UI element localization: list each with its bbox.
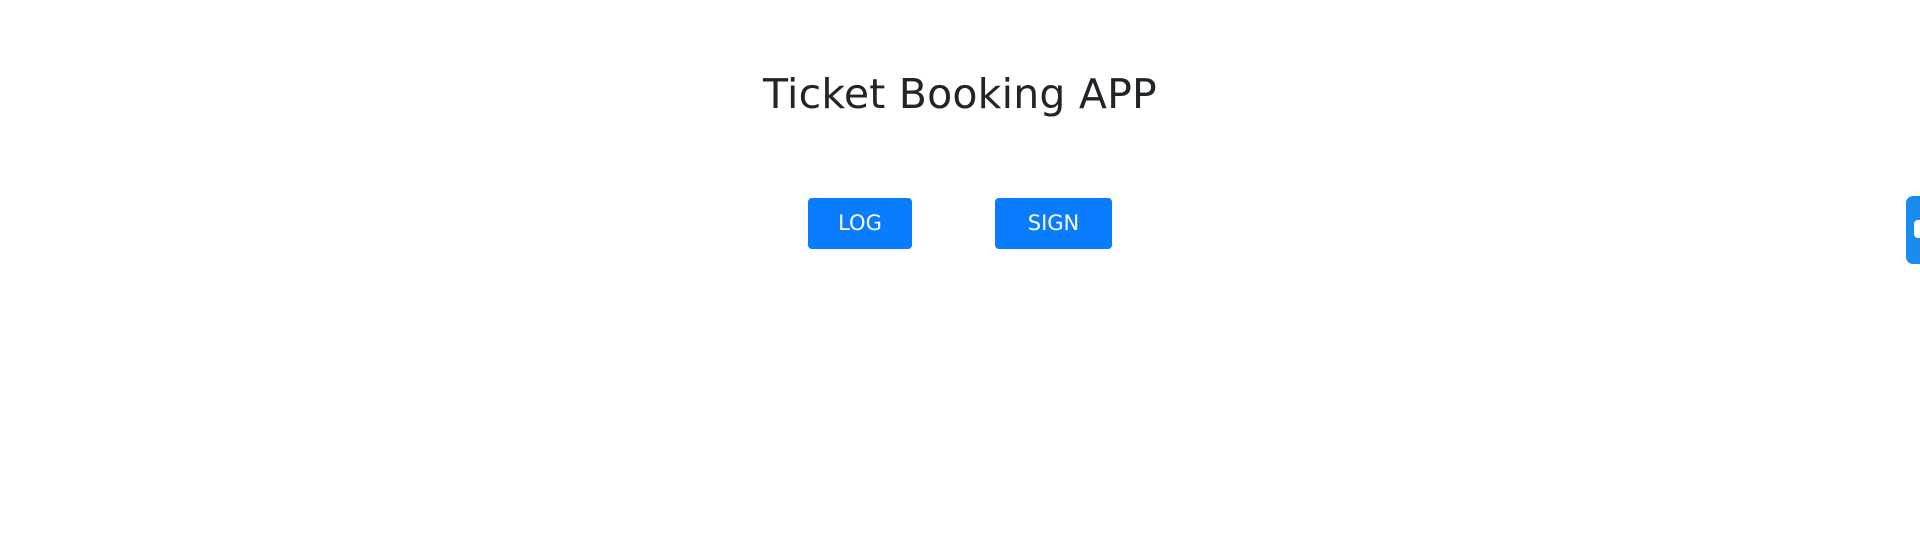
page-title: Ticket Booking APP (763, 70, 1157, 118)
side-widget-tab[interactable] (1906, 196, 1920, 264)
feedback-icon (1914, 220, 1920, 238)
landing-page: Ticket Booking APP LOG IN SIGN UP (0, 0, 1920, 557)
login-button[interactable]: LOG IN (808, 198, 912, 286)
signup-button[interactable]: SIGN UP (995, 198, 1112, 286)
